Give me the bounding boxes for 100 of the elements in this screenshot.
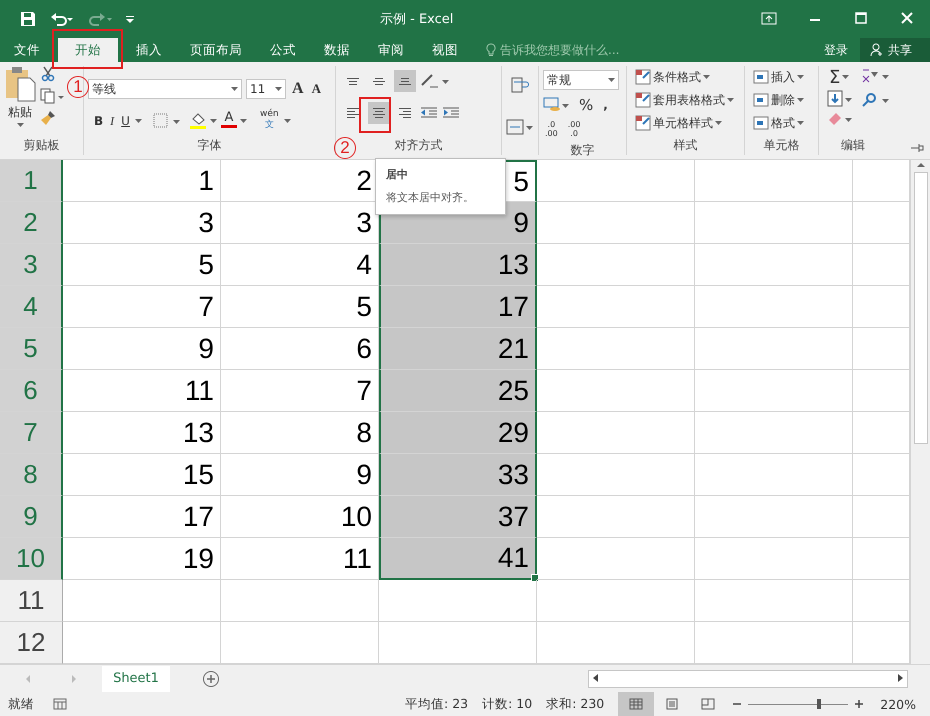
row-header[interactable]: 9 — [0, 496, 63, 538]
clipboard-icon — [4, 66, 36, 102]
row-header[interactable]: 2 — [0, 202, 63, 244]
fill-handle[interactable] — [531, 574, 539, 582]
underline-button[interactable]: U — [119, 110, 132, 132]
brush-icon[interactable] — [40, 110, 56, 126]
caret-icon — [797, 98, 804, 102]
undo-icon[interactable] — [50, 11, 74, 27]
ribbon-tab[interactable]: 公式 — [256, 38, 310, 62]
cells-menu-button[interactable]: 格式 — [751, 112, 814, 134]
vertical-scrollbar[interactable] — [910, 160, 930, 664]
table-cell: 3 — [63, 202, 221, 244]
caret-icon — [16, 123, 24, 127]
comma-button[interactable]: , — [601, 94, 610, 116]
lightbulb-icon — [486, 43, 496, 57]
view-button[interactable] — [618, 692, 654, 716]
merge-cells-icon[interactable] — [506, 118, 534, 136]
sign-in-link[interactable]: 登录 — [812, 38, 860, 62]
ribbon-tab[interactable]: 插入 — [122, 38, 176, 62]
row-header[interactable]: 10 — [0, 538, 63, 580]
eraser-icon[interactable] — [827, 110, 853, 126]
font-name-field[interactable]: 等线 — [88, 79, 242, 99]
table-cell: 19 — [63, 538, 221, 580]
group-label: 字体 — [198, 137, 222, 154]
row-header[interactable]: 7 — [0, 412, 63, 454]
zoom-slider[interactable] — [748, 699, 848, 709]
save-icon[interactable] — [20, 11, 36, 27]
style-menu-button[interactable]: 单元格样式 — [633, 112, 740, 134]
horizontal-scrollbar[interactable] — [588, 670, 908, 688]
search-icon[interactable] — [861, 92, 889, 108]
middle-align-icon — [373, 78, 385, 84]
highlight-frame — [52, 29, 123, 69]
ribbon-tab[interactable]: 开始 — [58, 38, 118, 62]
row-header[interactable]: 8 — [0, 454, 63, 496]
top-align-icon — [347, 78, 359, 84]
row-header[interactable]: 3 — [0, 244, 63, 286]
wrap-text-icon[interactable] — [511, 76, 529, 94]
style-menu-button[interactable]: 套用表格格式 — [633, 89, 740, 111]
table-cell: 29 — [379, 412, 537, 454]
italic-button[interactable]: I — [108, 110, 116, 132]
ribbon-tab[interactable]: 文件 — [0, 38, 54, 62]
share-button[interactable]: 共享 — [860, 38, 930, 62]
row-header[interactable]: 6 — [0, 370, 63, 412]
orientation-icon[interactable] — [420, 73, 450, 89]
row-header[interactable]: 12 — [0, 622, 63, 664]
style-menu-button[interactable]: 条件格式 — [633, 66, 740, 88]
caret-icon — [275, 87, 282, 91]
group-label: 样式 — [674, 137, 698, 154]
cells-menu-button[interactable]: 删除 — [751, 89, 814, 111]
caret-icon — [231, 87, 238, 91]
vertical-align-button[interactable] — [394, 70, 416, 92]
border-icon[interactable] — [152, 113, 181, 129]
increase-decimal-button[interactable]: .0 .00 — [543, 120, 560, 142]
scissors-icon[interactable] — [40, 66, 56, 82]
sort-filter-icon[interactable] — [861, 68, 889, 84]
ribbon-tab[interactable]: 数据 — [310, 38, 364, 62]
ribbon-tab[interactable]: 审阅 — [364, 38, 418, 62]
macro-record-icon[interactable] — [52, 697, 68, 711]
phonetic-button[interactable]: wén 文 — [258, 109, 281, 133]
row-header[interactable]: 5 — [0, 328, 63, 370]
bold-button[interactable]: B — [92, 110, 106, 132]
zoom-level[interactable]: 220% — [880, 696, 916, 712]
caret-icon — [703, 75, 710, 79]
fill-color-icon[interactable] — [190, 112, 218, 130]
table-cell: 41 — [379, 538, 537, 580]
step-marker: 1 — [67, 76, 89, 98]
pin-icon[interactable] — [910, 143, 924, 153]
customize-icon[interactable] — [126, 15, 134, 23]
row-header[interactable]: 11 — [0, 580, 63, 622]
ribbon-tab[interactable]: 页面布局 — [176, 38, 256, 62]
caret-icon — [727, 98, 734, 102]
tooltip-text: 将文本居中对齐。 — [386, 190, 475, 205]
table-style-icon — [635, 115, 651, 131]
cells-icon — [753, 92, 769, 108]
shrink-font-button[interactable]: A — [310, 78, 323, 100]
copy-icon[interactable] — [40, 88, 64, 104]
horizontal-align-button[interactable] — [368, 102, 390, 124]
caret-icon — [797, 121, 804, 125]
fill-down-icon[interactable] — [827, 90, 853, 108]
percent-button[interactable]: % — [577, 94, 596, 116]
row-header[interactable]: 1 — [0, 160, 63, 202]
add-sheet-icon[interactable] — [202, 670, 220, 688]
currency-icon[interactable] — [543, 96, 571, 114]
zoom-thumb[interactable] — [817, 699, 822, 709]
caret-icon — [715, 121, 722, 125]
grow-font-button[interactable]: A — [290, 78, 306, 100]
font-size-field[interactable]: 11 — [246, 79, 286, 99]
row-header[interactable]: 4 — [0, 286, 63, 328]
zoom-in-icon[interactable] — [854, 699, 864, 709]
ready-status: 就绪 — [8, 696, 34, 712]
ribbon-tab[interactable]: 视图 — [418, 38, 472, 62]
number-format-field[interactable]: 常规 — [543, 70, 619, 90]
tooltip-title: 居中 — [386, 167, 409, 182]
cells-icon — [753, 69, 769, 85]
font-color-button[interactable]: A — [220, 111, 237, 131]
autosum-button[interactable]: Σ — [827, 66, 853, 88]
decrease-decimal-button[interactable]: .00 .0 — [566, 120, 582, 142]
sheet-tab[interactable]: Sheet1 — [102, 666, 170, 692]
paste-button[interactable]: 粘贴 — [4, 66, 36, 137]
cells-menu-button[interactable]: 插入 — [751, 66, 814, 88]
